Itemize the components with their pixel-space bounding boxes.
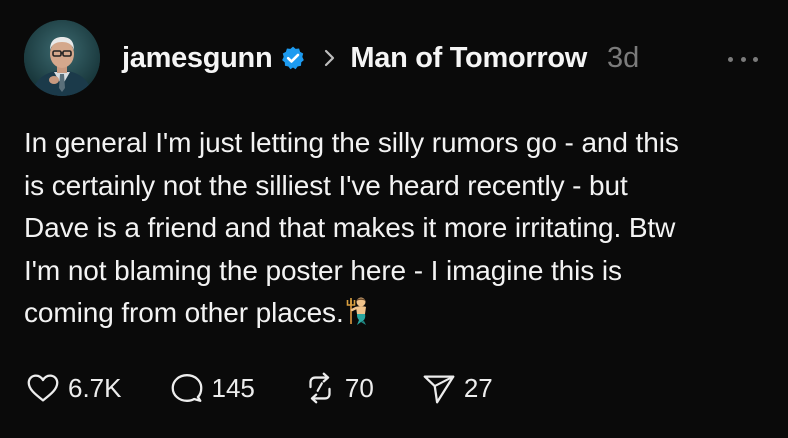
post-text-line: Dave is a friend and that makes it more … bbox=[24, 212, 676, 243]
repost-count: 70 bbox=[344, 372, 374, 403]
post-text-line: is certainly not the silliest I've heard… bbox=[24, 169, 628, 201]
avatar-image bbox=[24, 20, 100, 96]
username-link[interactable]: jamesgunn bbox=[122, 42, 273, 75]
like-count: 6.7K bbox=[68, 372, 122, 403]
merman-emoji-icon bbox=[346, 297, 366, 325]
repost-icon bbox=[309, 372, 331, 404]
thread-post: jamesgunn Man of Tomorrow 3d In general … bbox=[0, 0, 788, 438]
comment-icon bbox=[171, 374, 202, 402]
post-body: In general I'm just letting the silly ru… bbox=[24, 122, 764, 335]
reply-count: 145 bbox=[211, 372, 255, 403]
like-button[interactable]: 6.7K bbox=[24, 369, 122, 407]
post-text-line: In general I'm just letting the silly ru… bbox=[24, 127, 679, 158]
reply-button[interactable]: 145 bbox=[168, 369, 255, 407]
post-header: jamesgunn Man of Tomorrow 3d bbox=[122, 38, 639, 78]
topic-link[interactable]: Man of Tomorrow bbox=[350, 42, 587, 75]
chevron-right-icon bbox=[325, 49, 335, 67]
more-dot bbox=[753, 56, 758, 62]
post-text-line-last: coming from other places. bbox=[24, 292, 764, 335]
post-text-line: I'm not blaming the poster here - I imag… bbox=[24, 254, 622, 286]
more-dot bbox=[728, 56, 733, 62]
avatar[interactable] bbox=[24, 20, 100, 96]
post-actions: 6.7K 145 70 27 bbox=[24, 368, 539, 408]
more-dot bbox=[740, 56, 746, 62]
share-button[interactable]: 27 bbox=[420, 369, 493, 407]
post-text-line: coming from other places. bbox=[24, 297, 344, 328]
share-count: 27 bbox=[463, 372, 493, 403]
more-icon[interactable] bbox=[728, 52, 758, 66]
verified-badge-icon bbox=[282, 46, 305, 70]
repost-button[interactable]: 70 bbox=[301, 369, 374, 407]
heart-icon bbox=[27, 374, 59, 402]
post-timestamp[interactable]: 3d bbox=[607, 42, 639, 75]
send-icon bbox=[423, 375, 455, 404]
